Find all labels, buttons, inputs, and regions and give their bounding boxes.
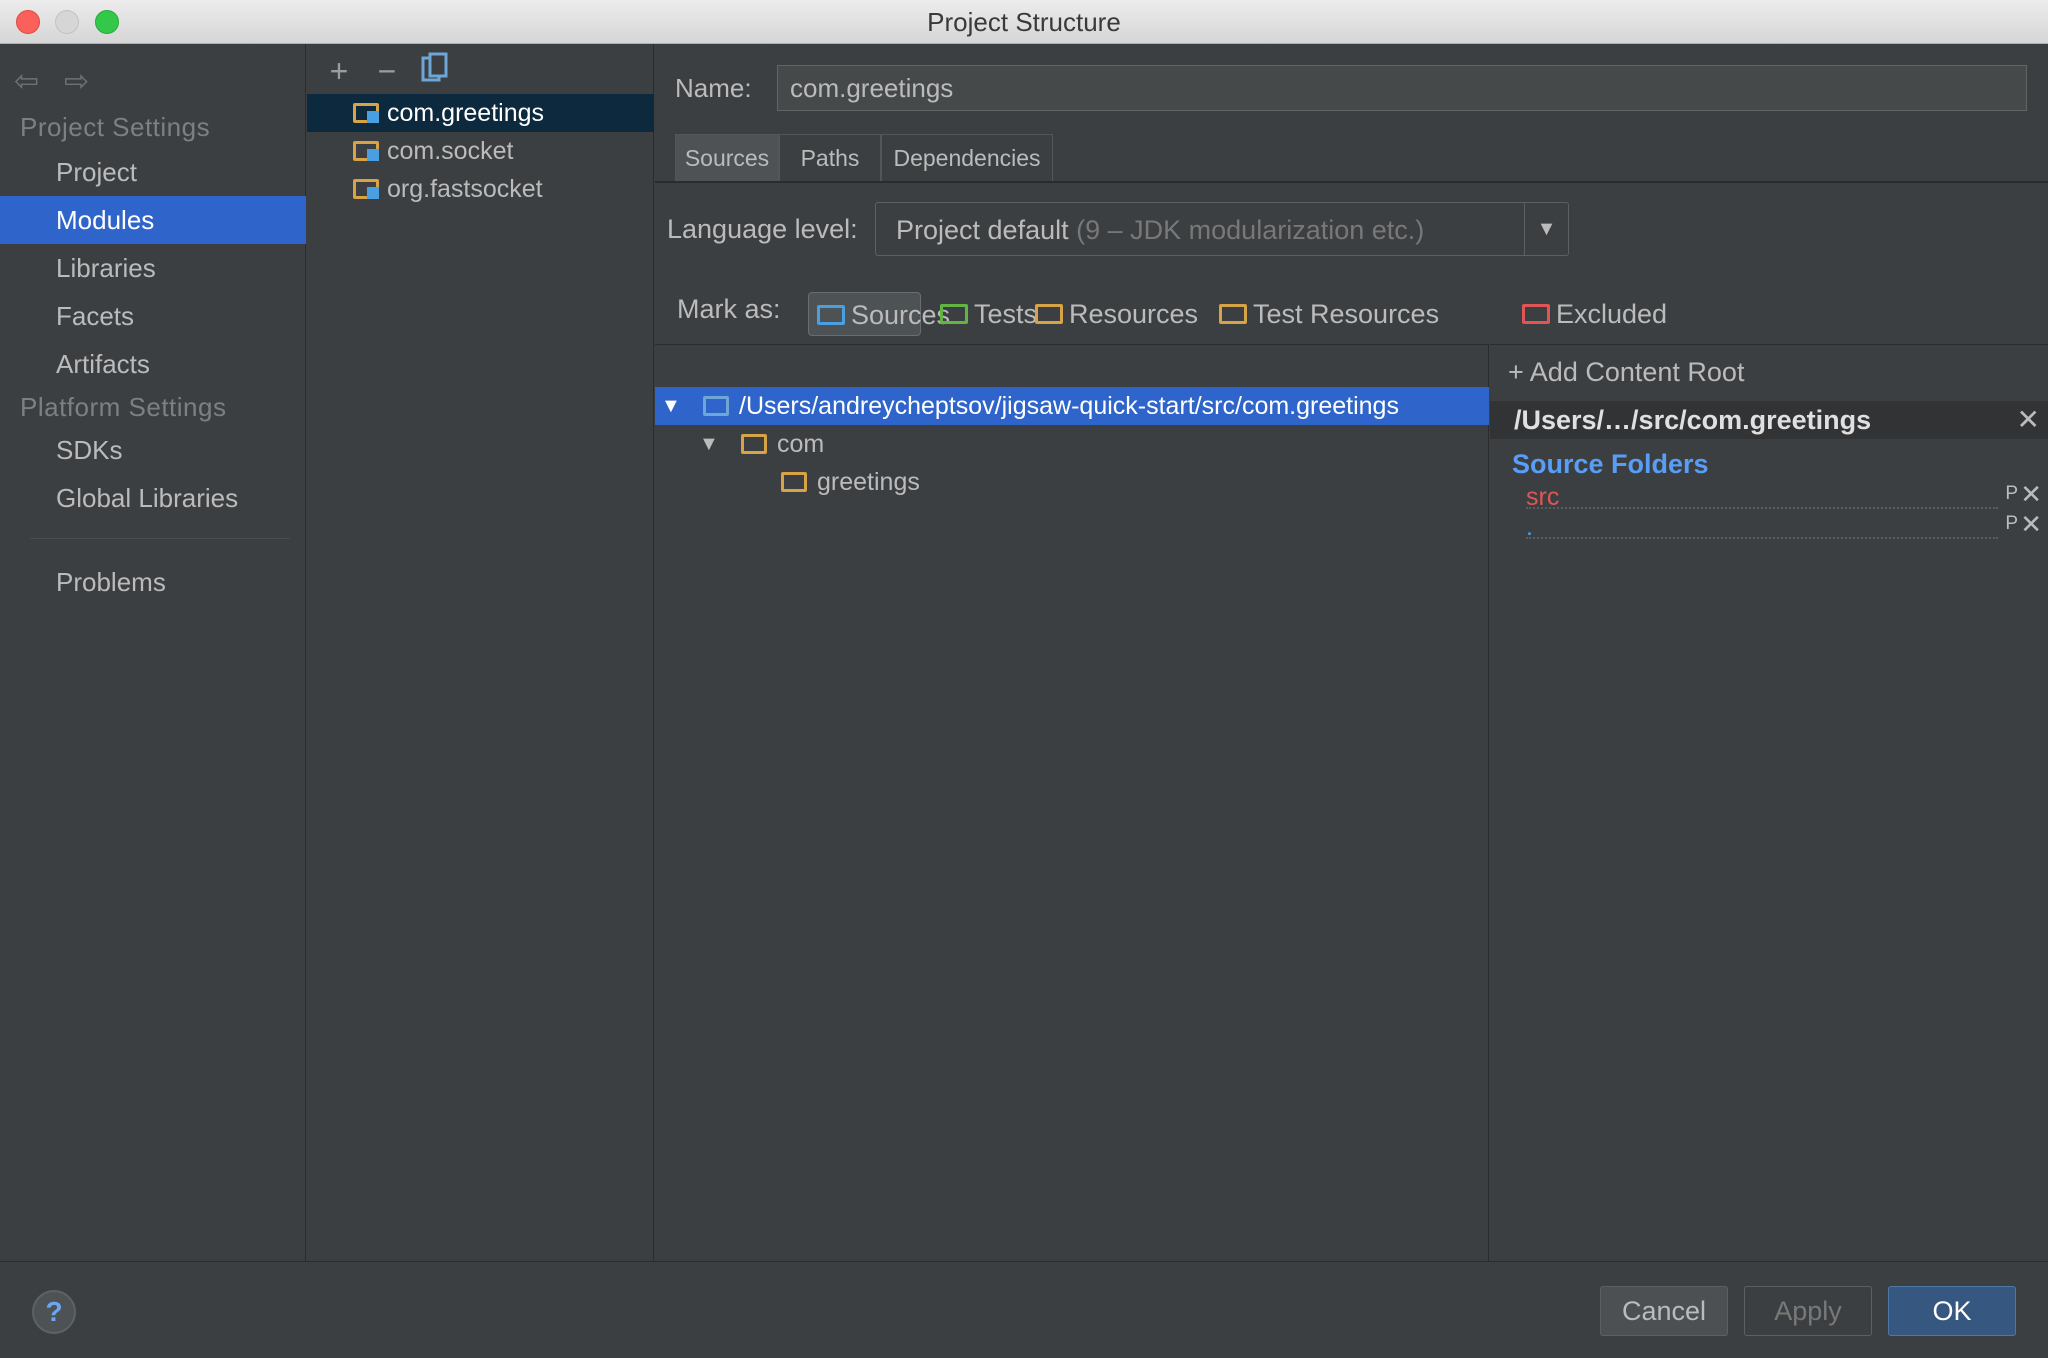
module-folder-icon <box>353 141 379 161</box>
source-folder-icon <box>703 396 729 416</box>
sources-folder-icon <box>817 305 845 325</box>
module-label: com.greetings <box>387 99 544 127</box>
mark-as-label: Mark as: <box>677 294 781 325</box>
module-folder-icon <box>353 179 379 199</box>
tab-dependencies[interactable]: Dependencies <box>881 134 1053 182</box>
mark-resources-button[interactable]: Resources <box>1027 292 1167 336</box>
source-folder-row: src P ✕ <box>1490 483 2048 513</box>
copy-module-button[interactable] <box>415 52 455 92</box>
package-folder-icon <box>781 472 807 492</box>
content-root-path: /Users/…/src/com.greetings <box>1514 405 1871 435</box>
source-folder-row: . P ✕ <box>1490 513 2048 543</box>
collapse-arrow-icon[interactable]: ▼ <box>699 425 719 463</box>
sidebar-divider <box>30 538 290 539</box>
package-folder-icon <box>741 434 767 454</box>
forward-arrow-icon[interactable]: ⇨ <box>64 64 89 99</box>
mark-test-resources-button[interactable]: Test Resources <box>1211 292 1393 336</box>
tab-divider <box>655 181 2048 183</box>
module-list-panel: + − com.greetings com.socket org.fastsoc… <box>307 44 654 1261</box>
tests-folder-icon <box>940 304 968 324</box>
tab-paths[interactable]: Paths <box>779 134 881 182</box>
content-root-header: /Users/…/src/com.greetings ✕ <box>1490 401 2048 439</box>
sidebar-item-modules[interactable]: Modules <box>0 196 306 244</box>
apply-button[interactable]: Apply <box>1744 1286 1872 1336</box>
edit-properties-icon[interactable]: P <box>2005 513 2018 535</box>
history-navigation: ⇦ ⇨ <box>14 64 104 100</box>
back-arrow-icon[interactable]: ⇦ <box>14 64 39 99</box>
module-label: com.socket <box>387 137 513 165</box>
language-level-hint: (9 – JDK modularization etc.) <box>1076 215 1424 245</box>
module-name-input[interactable] <box>777 65 2027 111</box>
dialog-footer: ? Cancel Apply OK <box>0 1261 2048 1358</box>
mark-tests-button[interactable]: Tests <box>932 292 1022 336</box>
tree-node-label: /Users/andreycheptsov/jigsaw-quick-start… <box>739 387 1399 425</box>
project-settings-header: Project Settings <box>20 112 210 143</box>
ok-button[interactable]: OK <box>1888 1286 2016 1336</box>
cancel-button[interactable]: Cancel <box>1600 1286 1728 1336</box>
sidebar-item-global-libraries[interactable]: Global Libraries <box>0 474 306 522</box>
add-content-root-button[interactable]: + Add Content Root <box>1508 357 1744 388</box>
sidebar-item-libraries[interactable]: Libraries <box>0 244 306 292</box>
module-settings-panel: Name: Sources Paths Dependencies Languag… <box>655 44 2048 1261</box>
content-tree: ▼ /Users/andreycheptsov/jigsaw-quick-sta… <box>655 344 1489 1261</box>
tree-node-label: com <box>777 425 824 463</box>
remove-source-folder-icon[interactable]: ✕ <box>2020 479 2042 510</box>
language-level-value: Project default (9 – JDK modularization … <box>896 215 1424 246</box>
test-resources-folder-icon <box>1219 304 1247 324</box>
remove-source-folder-icon[interactable]: ✕ <box>2020 509 2042 540</box>
dropdown-arrow-icon[interactable]: ▼ <box>1524 203 1568 255</box>
content-root-panel: + Add Content Root /Users/…/src/com.gree… <box>1490 344 2048 1261</box>
help-button[interactable]: ? <box>32 1290 76 1334</box>
sidebar-item-sdks[interactable]: SDKs <box>0 426 306 474</box>
sidebar-item-artifacts[interactable]: Artifacts <box>0 340 306 388</box>
tree-node-root[interactable]: ▼ /Users/andreycheptsov/jigsaw-quick-sta… <box>655 387 1489 425</box>
mark-sources-button[interactable]: Sources <box>808 292 921 336</box>
module-item-com-greetings[interactable]: com.greetings <box>307 94 654 132</box>
dotted-leader <box>1526 507 1998 509</box>
remove-content-root-icon[interactable]: ✕ <box>2017 401 2040 439</box>
module-item-org-fastsocket[interactable]: org.fastsocket <box>307 170 654 208</box>
sidebar-item-facets[interactable]: Facets <box>0 292 306 340</box>
settings-sidebar: ⇦ ⇨ Project Settings Project Modules Lib… <box>0 44 306 1261</box>
language-level-label: Language level: <box>667 214 858 245</box>
module-label: org.fastsocket <box>387 175 543 203</box>
dotted-leader <box>1526 537 1998 539</box>
tree-node-label: greetings <box>817 463 920 501</box>
copy-icon <box>421 52 449 84</box>
sidebar-item-problems[interactable]: Problems <box>0 558 306 606</box>
tree-node-com[interactable]: ▼ com <box>655 425 1489 463</box>
source-folders-title: Source Folders <box>1512 449 1709 480</box>
sidebar-item-project[interactable]: Project <box>0 148 306 196</box>
tab-sources[interactable]: Sources <box>675 134 779 182</box>
resources-folder-icon <box>1035 304 1063 324</box>
tree-node-greetings[interactable]: greetings <box>655 463 1489 501</box>
language-level-select[interactable]: Project default (9 – JDK modularization … <box>875 202 1569 256</box>
name-label: Name: <box>675 73 752 104</box>
remove-module-button[interactable]: − <box>367 52 407 92</box>
excluded-folder-icon <box>1522 304 1550 324</box>
add-module-button[interactable]: + <box>319 52 359 92</box>
plus-icon: + <box>1508 357 1524 387</box>
window-title: Project Structure <box>0 7 2048 38</box>
module-item-com-socket[interactable]: com.socket <box>307 132 654 170</box>
mark-excluded-button[interactable]: Excluded <box>1514 292 1647 336</box>
platform-settings-header: Platform Settings <box>20 392 226 423</box>
collapse-arrow-icon[interactable]: ▼ <box>661 387 681 425</box>
module-folder-icon <box>353 103 379 123</box>
edit-properties-icon[interactable]: P <box>2005 483 2018 505</box>
title-bar: Project Structure <box>0 0 2048 44</box>
